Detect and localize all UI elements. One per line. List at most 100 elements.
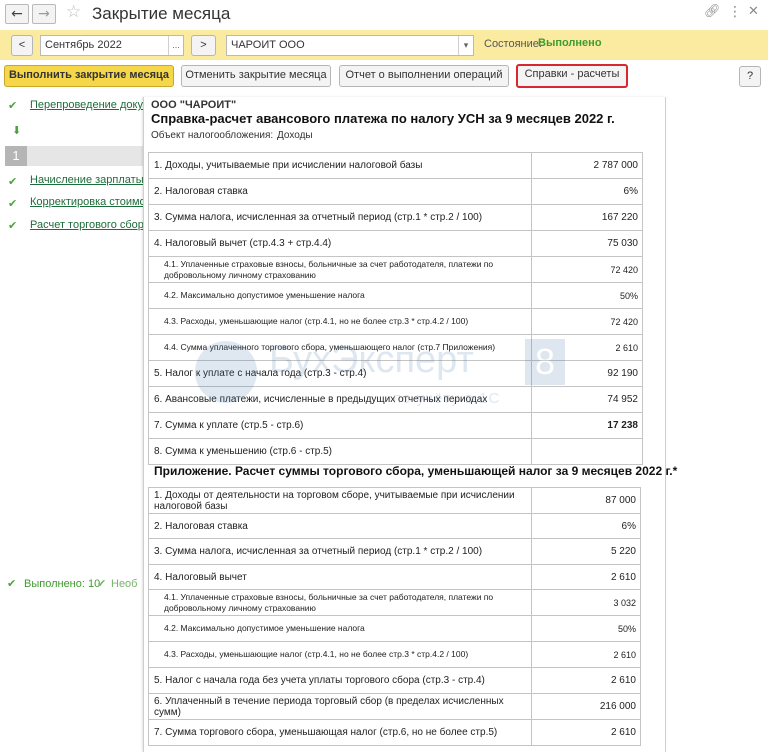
row-value: 3 032 <box>531 589 641 616</box>
row-label: 6. Уплаченный в течение периода торговый… <box>148 693 532 720</box>
row-label: 4.2. Максимально допустимое уменьшение н… <box>148 282 532 309</box>
check-icon: ✔ <box>8 175 18 188</box>
row-label: 2. Налоговая ставка <box>148 178 532 205</box>
status-value: Выполнено <box>538 37 602 49</box>
row-value: 167 220 <box>531 204 643 231</box>
cancel-close-month-button[interactable]: Отменить закрытие месяца <box>181 65 331 87</box>
appendix-title: Приложение. Расчет суммы торгового сбора… <box>154 464 678 478</box>
check-icon: ✔ <box>8 219 18 232</box>
table-row: 1. Доходы от деятельности на торговом сб… <box>148 487 641 514</box>
row-value: 2 610 <box>531 641 641 668</box>
references-calculations-button[interactable]: Справки - расчеты <box>516 64 628 88</box>
tax-table: 1. Доходы, учитываемые при исчислении на… <box>148 152 643 465</box>
row-label: 6. Авансовые платежи, исчисленные в пред… <box>148 386 532 413</box>
row-value: 72 420 <box>531 256 643 283</box>
table-row: 7. Сумма торгового сбора, уменьшающая на… <box>148 719 641 746</box>
row-label: 4. Налоговый вычет (стр.4.3 + стр.4.4) <box>148 230 532 257</box>
period-field[interactable]: Сентябрь 2022 ... <box>40 35 184 56</box>
tax-object: Объект налогообложения: Доходы <box>151 130 313 141</box>
arrow-right-icon: → <box>38 6 50 22</box>
table-row: 6. Авансовые платежи, исчисленные в пред… <box>148 386 643 413</box>
arrow-left-icon: ← <box>11 6 23 22</box>
page-title: Закрытие месяца <box>92 4 231 23</box>
tax-object-label: Объект налогообложения: <box>151 130 274 141</box>
row-label: 1. Доходы, учитываемые при исчислении на… <box>148 152 532 179</box>
close-icon[interactable]: ✕ <box>748 4 759 19</box>
completed-count: Выполнено: 10 <box>24 578 101 590</box>
table-row: 4. Налоговый вычет 2 610 <box>148 564 641 590</box>
row-value: 216 000 <box>531 693 641 720</box>
table-row: 5. Налог с начала года без учета уплаты … <box>148 667 641 694</box>
row-label: 3. Сумма налога, исчисленная за отчетный… <box>148 204 532 231</box>
row-value: 72 420 <box>531 308 643 335</box>
organization-field[interactable]: ЧАРОИТ ООО ▾ <box>226 35 474 56</box>
status-label: Состояние: <box>484 38 542 50</box>
row-label: 4.1. Уплаченные страховые взносы, больни… <box>148 256 532 283</box>
row-value <box>531 438 643 465</box>
row-value: 6% <box>531 178 643 205</box>
row-label: 7. Сумма торгового сбора, уменьшающая на… <box>148 719 532 746</box>
row-value: 75 030 <box>531 230 643 257</box>
table-row: 3. Сумма налога, исчисленная за отчетный… <box>148 204 643 231</box>
more-icon[interactable]: ⋮ <box>728 4 742 20</box>
link-icon[interactable]: 🔗︎ <box>704 4 721 19</box>
table-row: 1. Доходы, учитываемые при исчислении на… <box>148 152 643 179</box>
choose-period-button[interactable]: ... <box>168 36 183 55</box>
table-row: 3. Сумма налога, исчисленная за отчетный… <box>148 538 641 565</box>
appendix-table: 1. Доходы от деятельности на торговом сб… <box>148 487 641 746</box>
not-required-count: Необ <box>111 578 138 590</box>
operation-link[interactable]: Перепроведение докуме <box>30 99 157 111</box>
row-value: 17 238 <box>531 412 643 439</box>
table-row: 2. Налоговая ставка 6% <box>148 513 641 539</box>
report-organization: ООО "ЧАРОИТ" <box>151 99 237 111</box>
stage-header: 1 <box>5 146 145 166</box>
prev-period-button[interactable]: < <box>11 35 33 56</box>
row-value: 2 610 <box>531 334 643 361</box>
row-label: 4.3. Расходы, уменьшающие налог (стр.4.1… <box>148 641 532 668</box>
back-button[interactable]: ← <box>5 4 29 24</box>
table-row: 4.3. Расходы, уменьшающие налог (стр.4.1… <box>148 641 641 668</box>
row-value: 50% <box>531 615 641 642</box>
row-value: 2 787 000 <box>531 152 643 179</box>
row-label: 4.3. Расходы, уменьшающие налог (стр.4.1… <box>148 308 532 335</box>
row-value: 87 000 <box>531 487 641 514</box>
table-row: 4.1. Уплаченные страховые взносы, больни… <box>148 256 643 283</box>
check-icon: ✔ <box>97 577 107 590</box>
arrow-down-icon: ⬇ <box>12 124 22 137</box>
row-value: 2 610 <box>531 719 641 746</box>
table-row: 7. Сумма к уплате (стр.5 - стр.6) 17 238 <box>148 412 643 439</box>
table-row: 2. Налоговая ставка 6% <box>148 178 643 205</box>
operation-link[interactable]: Расчет торгового сбора <box>30 219 150 231</box>
table-row: 4.2. Максимально допустимое уменьшение н… <box>148 282 643 309</box>
report-title: Справка-расчет авансового платежа по нал… <box>151 111 615 126</box>
operation-link[interactable]: Корректировка стоимост <box>30 196 156 208</box>
chevron-down-icon[interactable]: ▾ <box>458 36 473 55</box>
report-document: ООО "ЧАРОИТ" Справка-расчет авансового п… <box>143 97 677 752</box>
row-label: 4. Налоговый вычет <box>148 564 532 590</box>
table-row: 4.2. Максимально допустимое уменьшение н… <box>148 615 641 642</box>
table-row: 4.1. Уплаченные страховые взносы, больни… <box>148 589 641 616</box>
row-label: 1. Доходы от деятельности на торговом сб… <box>148 487 532 514</box>
tax-object-value: Доходы <box>277 130 313 141</box>
forward-button[interactable]: → <box>32 4 56 24</box>
table-row: 4.4. Сумма уплаченного торгового сбора, … <box>148 334 643 361</box>
operation-link[interactable]: Начисление зарплаты <box>30 174 144 186</box>
help-button[interactable]: ? <box>739 66 761 87</box>
row-value: 2 610 <box>531 667 641 694</box>
operations-report-button[interactable]: Отчет о выполнении операций <box>339 65 509 87</box>
check-icon: ✔ <box>7 577 17 590</box>
period-value: Сентябрь 2022 <box>45 39 122 51</box>
row-label: 4.2. Максимально допустимое уменьшение н… <box>148 615 532 642</box>
star-icon[interactable]: ☆ <box>66 2 81 22</box>
row-label: 8. Сумма к уменьшению (стр.6 - стр.5) <box>148 438 532 465</box>
run-close-month-button[interactable]: Выполнить закрытие месяца <box>4 65 174 87</box>
next-period-button[interactable]: > <box>191 35 216 56</box>
table-row: 4. Налоговый вычет (стр.4.3 + стр.4.4) 75… <box>148 230 643 257</box>
table-row: 8. Сумма к уменьшению (стр.6 - стр.5) <box>148 438 643 465</box>
row-label: 4.4. Сумма уплаченного торгового сбора, … <box>148 334 532 361</box>
row-label: 2. Налоговая ставка <box>148 513 532 539</box>
row-label: 5. Налог к уплате с начала года (стр.3 -… <box>148 360 532 387</box>
row-label: 5. Налог с начала года без учета уплаты … <box>148 667 532 694</box>
stage-number: 1 <box>5 146 27 166</box>
title-bar: ← → ☆ Закрытие месяца 🔗︎ ⋮ ✕ <box>0 0 768 30</box>
